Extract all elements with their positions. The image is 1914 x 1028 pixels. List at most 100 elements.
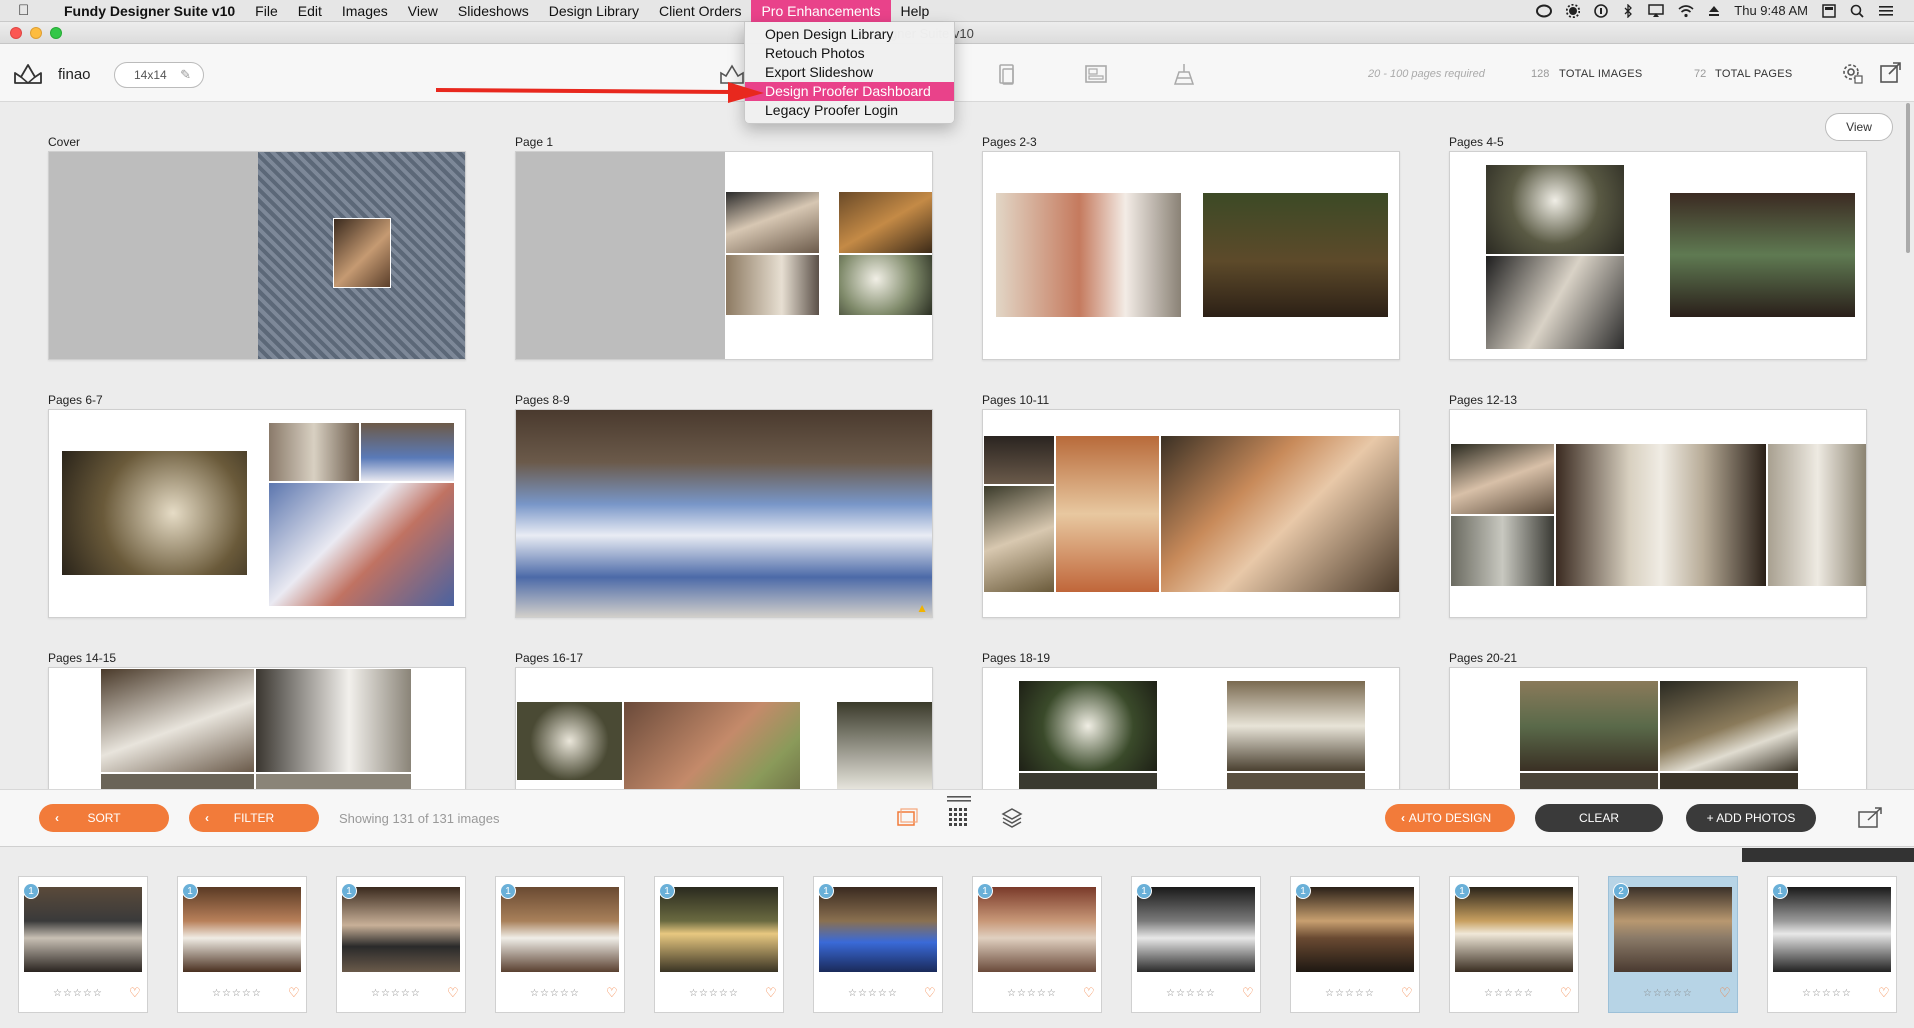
spread-pages-10-11[interactable]: Pages 10-11 xyxy=(982,393,1400,618)
spread-pages-18-19[interactable]: Pages 18-19 xyxy=(982,651,1400,789)
spread-page[interactable] xyxy=(982,409,1400,618)
photo-lower-right[interactable] xyxy=(1659,772,1799,789)
photo-dress-detail[interactable] xyxy=(255,668,412,773)
menu-help[interactable]: Help xyxy=(891,3,940,22)
spread-page[interactable] xyxy=(1449,667,1867,789)
photo-sign[interactable] xyxy=(268,422,360,482)
info-circle-icon[interactable] xyxy=(1594,3,1609,18)
spread-pages-6-7[interactable]: Pages 6-7 xyxy=(48,393,466,618)
grid-view-icon[interactable] xyxy=(945,794,973,832)
star-rating[interactable]: ☆☆☆☆☆ xyxy=(212,988,262,999)
thumb-photo[interactable] xyxy=(342,887,460,972)
spread-page[interactable] xyxy=(1449,409,1867,618)
thumb-photo[interactable] xyxy=(1137,887,1255,972)
filmstrip-thumb[interactable]: 1 ☆☆☆☆☆ ♡ xyxy=(1290,876,1420,1013)
clock[interactable]: Thu 9:48 AM xyxy=(1734,3,1808,18)
filter-button[interactable]: ‹ FILTER xyxy=(189,804,319,832)
photo-book[interactable] xyxy=(838,191,932,254)
heart-icon[interactable]: ♡ xyxy=(1242,985,1254,1001)
menu-item-design-proofer-dashboard[interactable]: Design Proofer Dashboard xyxy=(745,82,954,101)
filmstrip-thumb[interactable]: 1 ☆☆☆☆☆ ♡ xyxy=(1131,876,1261,1013)
empty-placeholder[interactable] xyxy=(49,152,258,359)
menu-pro-enhancements[interactable]: Pro Enhancements xyxy=(751,0,891,22)
photo-guests[interactable] xyxy=(983,435,1055,485)
photo-flowers[interactable] xyxy=(838,254,932,316)
close-window-button[interactable] xyxy=(10,27,22,39)
star-rating[interactable]: ☆☆☆☆☆ xyxy=(1007,988,1057,999)
photo-shoes[interactable] xyxy=(725,191,820,254)
photo-perfume-bottle[interactable] xyxy=(1055,435,1160,593)
star-rating[interactable]: ☆☆☆☆☆ xyxy=(1802,988,1852,999)
settings-gear-icon[interactable] xyxy=(1838,59,1866,87)
spread-pages-2-3[interactable]: Pages 2-3 xyxy=(982,135,1400,360)
creative-cloud-icon[interactable] xyxy=(1536,4,1553,18)
spread-pages-14-15[interactable]: Pages 14-15 xyxy=(48,651,466,789)
layers-icon[interactable] xyxy=(998,804,1026,832)
heart-icon[interactable]: ♡ xyxy=(1401,985,1413,1001)
thumb-photo[interactable] xyxy=(501,887,619,972)
photo-favor-box[interactable] xyxy=(61,450,248,576)
spread-page-1[interactable]: Page 1 xyxy=(515,135,933,360)
thumb-photo[interactable] xyxy=(1773,887,1891,972)
menu-item-legacy-proofer-login[interactable]: Legacy Proofer Login xyxy=(745,101,954,120)
photo-bridal-party[interactable] xyxy=(516,410,932,617)
spread-pages-8-9[interactable]: Pages 8-9 ▲ xyxy=(515,393,933,618)
photo-window-bride[interactable] xyxy=(1450,515,1555,587)
thumb-photo[interactable] xyxy=(978,887,1096,972)
photo-bouquet-table[interactable] xyxy=(1226,680,1366,772)
spread-page[interactable] xyxy=(48,667,466,789)
apple-icon[interactable]:  xyxy=(18,2,29,19)
export-icon[interactable] xyxy=(1877,59,1905,87)
spread-pages-4-5[interactable]: Pages 4-5 xyxy=(1449,135,1867,360)
grid-scrollbar[interactable] xyxy=(1906,103,1910,253)
spread-page[interactable] xyxy=(515,151,933,360)
heart-icon[interactable]: ♡ xyxy=(606,985,618,1001)
photo-bride-portrait[interactable] xyxy=(995,192,1182,318)
photo-bouquet-white[interactable] xyxy=(1018,680,1158,772)
star-rating[interactable]: ☆☆☆☆☆ xyxy=(1484,988,1534,999)
menu-file[interactable]: File xyxy=(245,3,288,22)
auto-design-button[interactable]: ‹ AUTO DESIGN xyxy=(1385,804,1515,832)
spread-page[interactable] xyxy=(982,667,1400,789)
menu-item-open-design-library[interactable]: Open Design Library xyxy=(745,25,954,44)
filmstrip-scrollbar[interactable] xyxy=(1742,848,1914,862)
photo-lower-right[interactable] xyxy=(255,773,412,789)
star-rating[interactable]: ☆☆☆☆☆ xyxy=(1166,988,1216,999)
menu-slideshows[interactable]: Slideshows xyxy=(448,3,539,22)
filmstrip-thumb[interactable]: 1 ☆☆☆☆☆ ♡ xyxy=(1767,876,1897,1013)
export-filmstrip-icon[interactable] xyxy=(1856,804,1884,832)
spread-page[interactable] xyxy=(48,409,466,618)
spread-pages-20-21[interactable]: Pages 20-21 xyxy=(1449,651,1867,789)
heart-icon[interactable]: ♡ xyxy=(1083,985,1095,1001)
heart-icon[interactable]: ♡ xyxy=(288,985,300,1001)
filmstrip-thumb[interactable]: 1 ☆☆☆☆☆ ♡ xyxy=(18,876,148,1013)
filmstrip-thumb[interactable]: 1 ☆☆☆☆☆ ♡ xyxy=(813,876,943,1013)
thumb-photo[interactable] xyxy=(183,887,301,972)
photo-centerpiece[interactable] xyxy=(1485,164,1625,255)
spread-cover[interactable]: Cover xyxy=(48,135,466,360)
clear-button[interactable]: CLEAR xyxy=(1535,804,1663,832)
photo-bridesmaids-small[interactable] xyxy=(360,422,455,482)
photo-perfume-shoes[interactable] xyxy=(1160,435,1399,593)
eject-icon[interactable] xyxy=(1708,4,1720,18)
heart-icon[interactable]: ♡ xyxy=(765,985,777,1001)
spread-pages-16-17[interactable]: Pages 16-17 xyxy=(515,651,933,789)
thumb-photo[interactable] xyxy=(1455,887,1573,972)
card-layout-tab-icon[interactable] xyxy=(1082,60,1110,88)
minimize-window-button[interactable] xyxy=(30,27,42,39)
star-rating[interactable]: ☆☆☆☆☆ xyxy=(530,988,580,999)
photo-venue-room[interactable] xyxy=(1519,680,1659,772)
star-rating[interactable]: ☆☆☆☆☆ xyxy=(689,988,739,999)
notification-center-icon[interactable] xyxy=(1878,4,1894,18)
photo-rings[interactable] xyxy=(1202,192,1389,318)
display-icon[interactable] xyxy=(1822,3,1836,18)
wifi-icon[interactable] xyxy=(1678,4,1694,18)
star-rating[interactable]: ☆☆☆☆☆ xyxy=(53,988,103,999)
photo-veil-hook[interactable] xyxy=(100,668,255,773)
photo-shoes-pair[interactable] xyxy=(983,485,1055,593)
photo-bouquet-detail[interactable] xyxy=(516,701,623,781)
menu-item-retouch-photos[interactable]: Retouch Photos xyxy=(745,44,954,63)
photo-lower-left[interactable] xyxy=(1519,772,1659,789)
photo-gown-window[interactable] xyxy=(1555,443,1767,587)
design-tool-tab-icon[interactable] xyxy=(1170,60,1198,88)
